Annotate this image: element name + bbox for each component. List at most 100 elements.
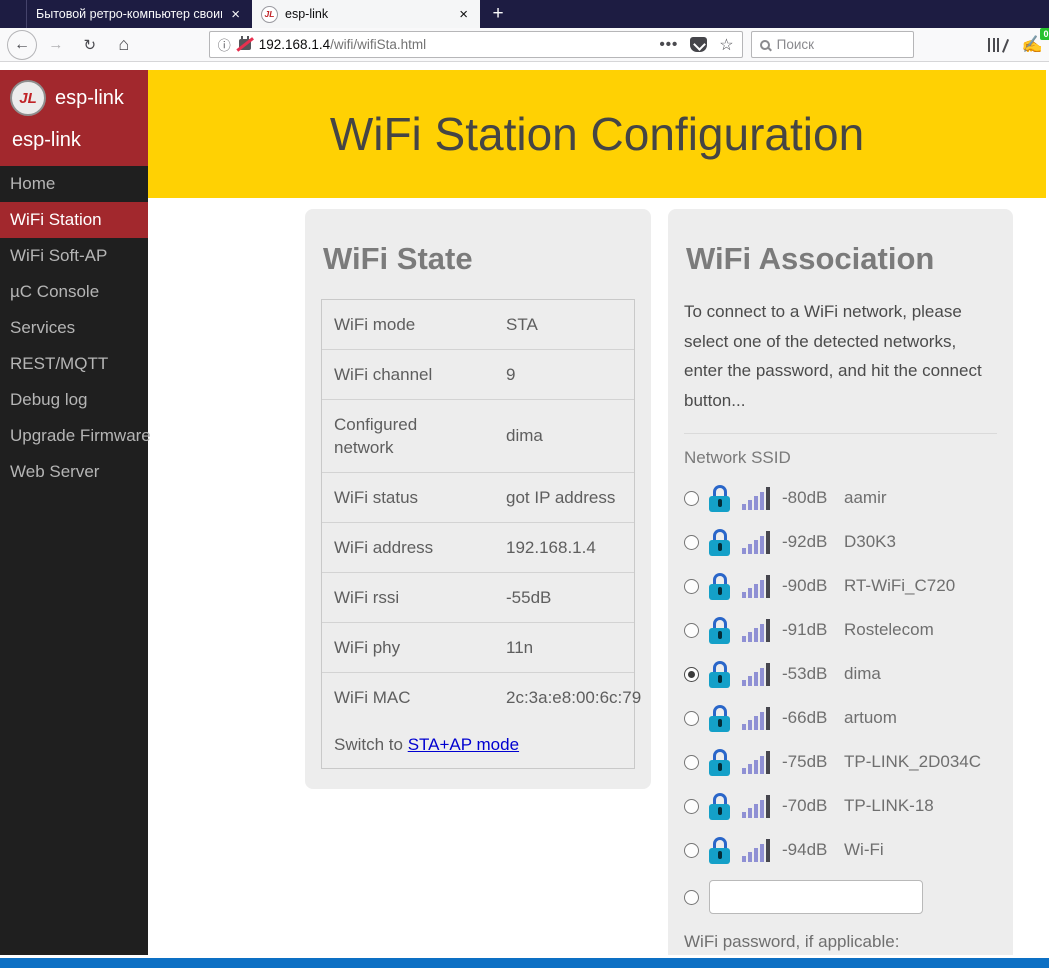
extension-icon[interactable]: ✍0 <box>1022 35 1043 55</box>
table-row-value: got IP address <box>464 475 634 521</box>
tab-retro-computer[interactable]: Бытовой ретро-компьютер своим × <box>27 0 252 28</box>
network-ssid: Rostelecom <box>844 620 934 640</box>
network-row: -91dB Rostelecom <box>684 608 997 652</box>
sidebar-item-label: Services <box>10 318 75 337</box>
network-radio[interactable] <box>684 667 699 682</box>
network-row: -75dB TP-LINK_2D034C <box>684 740 997 784</box>
tab-esp-link[interactable]: JL esp-link × <box>252 0 480 28</box>
table-row: Configured network dima <box>322 400 634 473</box>
url-bar[interactable]: ⓘ 192.168.1.4/wifi/wifiSta.html ••• ☆ <box>209 31 743 58</box>
network-rssi: -92dB <box>782 532 838 552</box>
back-button[interactable]: ← <box>7 30 37 60</box>
site-info-icon[interactable]: ⓘ <box>218 35 231 54</box>
pocket-icon[interactable] <box>690 37 707 52</box>
search-box[interactable] <box>751 31 915 58</box>
home-button[interactable]: ⌂ <box>111 34 137 55</box>
sidebar-item[interactable]: Home <box>0 166 148 202</box>
sidebar-item[interactable]: REST/MQTT <box>0 346 148 382</box>
sidebar-item[interactable]: Upgrade Firmware <box>0 418 148 454</box>
wifi-state-title: WiFi State <box>323 241 635 277</box>
close-icon[interactable]: × <box>456 6 471 23</box>
page-actions-icon[interactable]: ••• <box>660 36 679 53</box>
network-radio[interactable] <box>684 711 699 726</box>
network-ssid-label: Network SSID <box>684 448 997 468</box>
network-rssi: -53dB <box>782 664 838 684</box>
search-input[interactable] <box>777 37 906 52</box>
table-row: WiFi address 192.168.1.4 <box>322 523 634 573</box>
sidebar-item[interactable]: WiFi Soft-AP <box>0 238 148 274</box>
forward-button[interactable]: → <box>43 36 69 53</box>
sidebar-item-label: µC Console <box>10 282 99 301</box>
logo-title: esp-link <box>55 87 124 110</box>
network-rssi: -70dB <box>782 796 838 816</box>
sidebar-item[interactable]: WiFi Station <box>0 202 148 238</box>
sidebar-item[interactable]: Debug log <box>0 382 148 418</box>
table-row-label: WiFi MAC <box>322 673 464 722</box>
sidebar: JL esp-link esp-link Home WiFi Station W… <box>0 70 148 955</box>
signal-strength-icon <box>742 751 770 774</box>
network-radio[interactable] <box>684 799 699 814</box>
esp-link-logo-icon: JL <box>10 80 46 116</box>
lock-icon <box>709 705 730 732</box>
tab-title: esp-link <box>285 7 450 21</box>
lock-icon <box>709 529 730 556</box>
network-radio[interactable] <box>684 579 699 594</box>
sidebar-item-label: Home <box>10 174 55 193</box>
network-row: -66dB artuom <box>684 696 997 740</box>
table-row: WiFi rssi -55dB <box>322 573 634 623</box>
signal-strength-icon <box>742 839 770 862</box>
network-row: -70dB TP-LINK-18 <box>684 784 997 828</box>
network-radio[interactable] <box>684 535 699 550</box>
table-row-value: -55dB <box>464 575 634 621</box>
switch-mode-row: Switch to STA+AP mode <box>322 722 531 768</box>
signal-strength-icon <box>742 575 770 598</box>
library-icon[interactable] <box>988 38 1004 52</box>
sidebar-item-label: Upgrade Firmware <box>10 426 151 445</box>
network-ssid: artuom <box>844 708 897 728</box>
network-rssi: -66dB <box>782 708 838 728</box>
network-ssid: aamir <box>844 488 887 508</box>
manual-ssid-input[interactable] <box>709 880 923 914</box>
page-actions: ••• ☆ <box>660 35 734 55</box>
url-text: 192.168.1.4/wifi/wifiSta.html <box>259 37 426 52</box>
sidebar-item[interactable]: Web Server <box>0 454 148 490</box>
table-row: WiFi status got IP address <box>322 473 634 523</box>
network-ssid: D30K3 <box>844 532 896 552</box>
table-row-value: dima <box>464 413 634 459</box>
network-rssi: -90dB <box>782 576 838 596</box>
lock-icon <box>709 661 730 688</box>
network-row: -53dB dima <box>684 652 997 696</box>
table-row-label: Configured network <box>322 400 464 472</box>
network-ssid: Wi-Fi <box>844 840 884 860</box>
table-row-value: 9 <box>464 352 634 398</box>
new-tab-button[interactable]: + <box>480 0 516 28</box>
table-row-label: WiFi mode <box>322 300 464 349</box>
network-rssi: -80dB <box>782 488 838 508</box>
network-ssid: RT-WiFi_C720 <box>844 576 955 596</box>
manual-ssid-radio[interactable] <box>684 890 699 905</box>
bookmark-star-icon[interactable]: ☆ <box>719 35 733 55</box>
network-ssid: TP-LINK-18 <box>844 796 934 816</box>
network-radio[interactable] <box>684 491 699 506</box>
close-icon[interactable]: × <box>228 6 243 23</box>
switch-mode-link[interactable]: STA+AP mode <box>408 735 519 754</box>
signal-strength-icon <box>742 795 770 818</box>
table-row-label: WiFi phy <box>322 623 464 672</box>
reload-button[interactable]: ↻ <box>77 36 103 54</box>
network-radio[interactable] <box>684 843 699 858</box>
divider <box>684 433 997 434</box>
signal-strength-icon <box>742 707 770 730</box>
network-ssid: dima <box>844 664 881 684</box>
lock-icon <box>709 749 730 776</box>
page-content: JL esp-link esp-link Home WiFi Station W… <box>0 62 1049 968</box>
page-title: WiFi Station Configuration <box>330 107 864 161</box>
signal-strength-icon <box>742 663 770 686</box>
wifi-association-title: WiFi Association <box>686 241 997 277</box>
sidebar-item[interactable]: Services <box>0 310 148 346</box>
page-header: WiFi Station Configuration <box>148 70 1046 198</box>
sidebar-item[interactable]: µC Console <box>0 274 148 310</box>
network-radio[interactable] <box>684 755 699 770</box>
network-radio[interactable] <box>684 623 699 638</box>
plugin-blocked-icon[interactable] <box>239 39 251 50</box>
sidebar-brand: esp-link <box>10 116 138 166</box>
